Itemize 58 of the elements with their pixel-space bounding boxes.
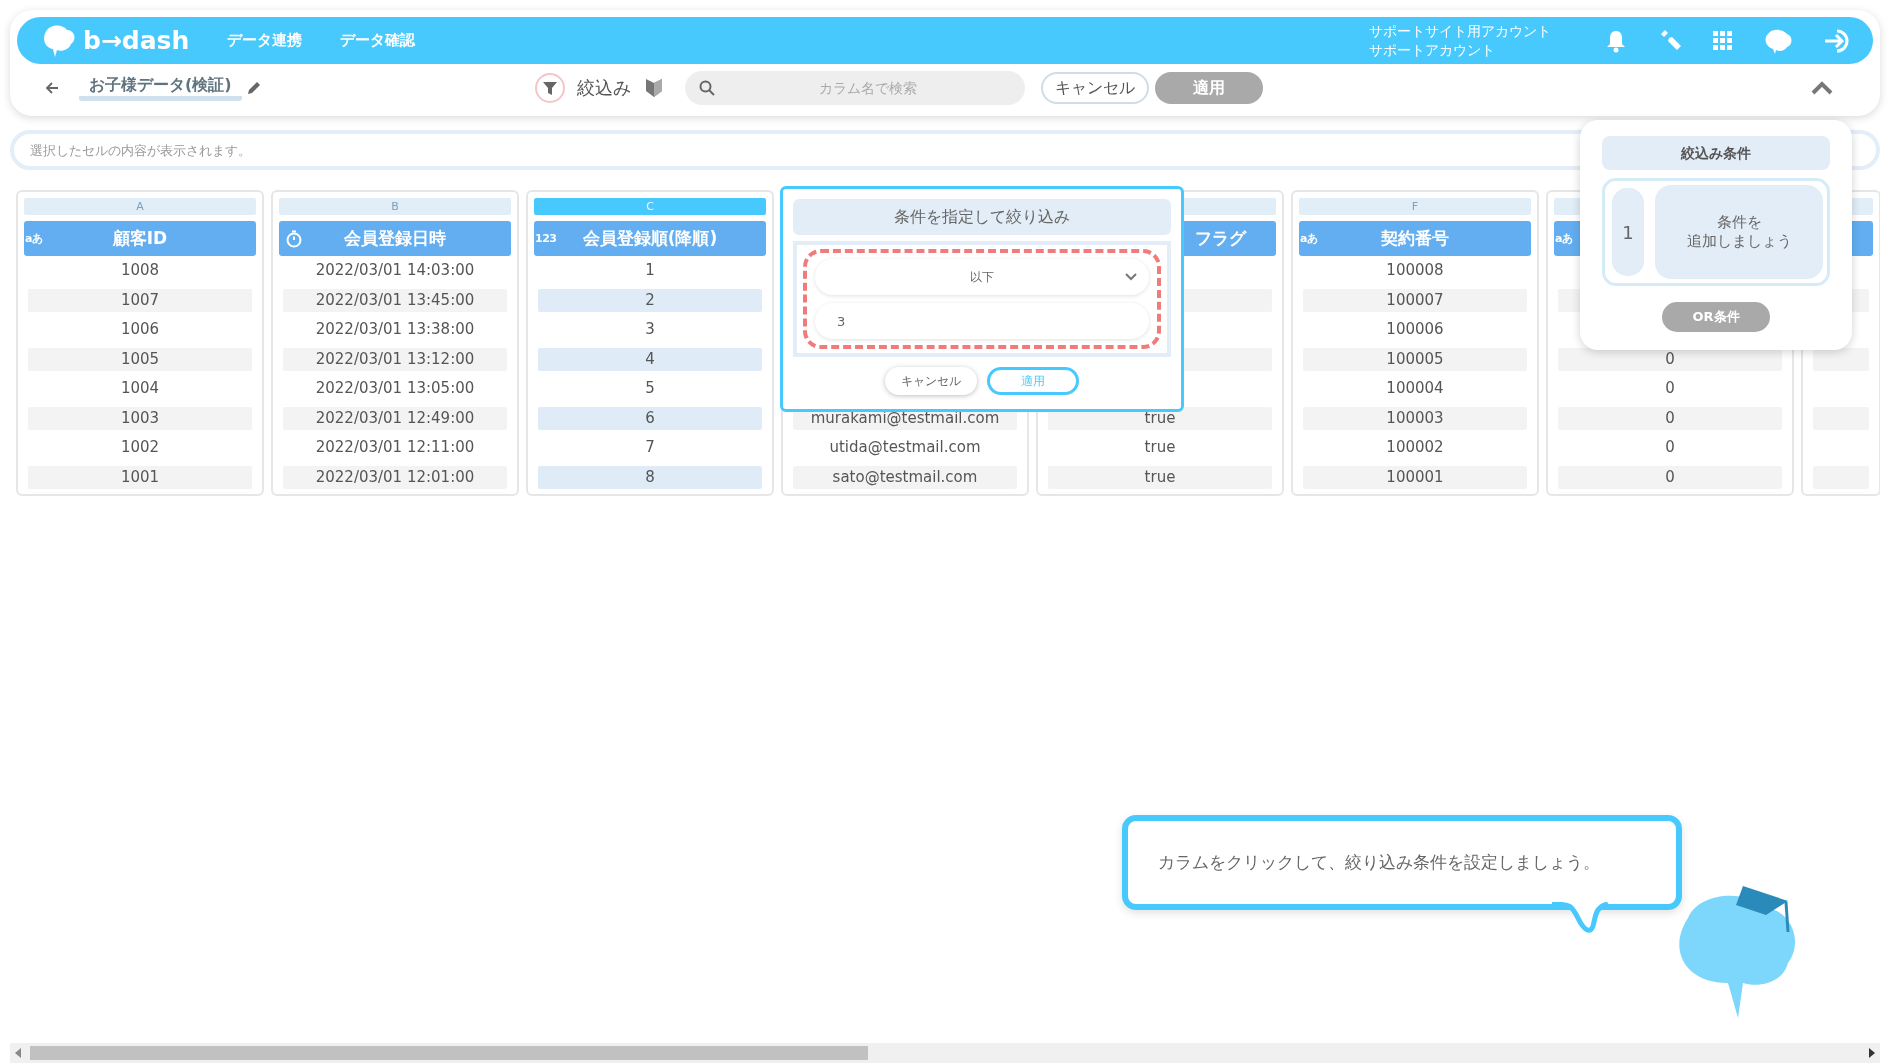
group-number: 1 [1609,185,1647,279]
table-cell: 100005 [1303,347,1527,371]
guide-message: カラムをクリックして、絞り込み条件を設定しましょう。 [1158,851,1600,874]
logo-text: b→dash [83,26,190,55]
table-cell-text: true [1143,437,1177,458]
popup-title: 条件を指定して絞り込み [793,199,1171,235]
table-cell: true [1048,465,1272,489]
table-cell-text: 1008 [119,260,161,281]
table-cell-text: 100006 [1385,319,1445,340]
column-title: 会員登録日時 [344,227,446,250]
table-cell-text: 3 [644,319,656,340]
column-title: 会員登録順(降順) [582,227,718,250]
table-cell: 1007 [28,288,252,312]
table-cell: 2022/03/01 12:49:00 [283,406,507,430]
table-cell: sato@testmail.com [793,465,1017,489]
table-cell: 2022/03/01 12:01:00 [283,465,507,489]
dataset-title: お子様データ(検証) [79,75,242,101]
table-cell: 0 [1558,465,1782,489]
table-cell: 4 [538,347,762,371]
table-cell-text: 1006 [119,319,161,340]
table-cell: 1003 [28,406,252,430]
table-cell-text: 2022/03/01 13:38:00 [314,319,476,340]
table-cell: 6 [538,406,762,430]
table-cell-text: 1004 [119,378,161,399]
column-type-label: aあ [1555,231,1573,246]
table-cell-text: utida@testmail.com [828,437,982,458]
table-cell-text: 2022/03/01 12:11:00 [314,437,476,458]
table-cell: 100003 [1303,406,1527,430]
column-type-label: 123 [535,232,557,245]
table-cell-text: 100004 [1385,378,1445,399]
table-cell-text: 5 [644,378,656,399]
table-cell-text: 2022/03/01 13:05:00 [314,378,476,399]
table-cell: 2022/03/01 13:45:00 [283,288,507,312]
table-cell: 100007 [1303,288,1527,312]
table-cell: 100001 [1303,465,1527,489]
column-title: 顧客ID [112,227,168,250]
table-cell: 2 [538,288,762,312]
table-cell-text: 1002 [119,437,161,458]
filter-label: 絞込み [577,76,632,100]
table-cell-text: 1 [644,260,656,281]
table-cell-text: 0 [1664,378,1676,399]
table-cell-text: 100002 [1385,437,1445,458]
account-site: サポートサイト用アカウント [1369,21,1551,41]
table-cell: 2022/03/01 13:12:00 [283,347,507,371]
column-type-label: aあ [25,231,43,246]
table-cell: 1005 [28,347,252,371]
column-title: 契約番号 [1381,227,1449,250]
table-cell-text: 0 [1664,437,1676,458]
table-cell: 1001 [28,465,252,489]
column-title: フラグ [1195,227,1246,250]
account-name: サポートアカウント [1369,40,1496,60]
table-cell: 0 [1558,406,1782,430]
column-type-label: aあ [1300,231,1318,246]
table-cell-text: 7 [644,437,656,458]
panel-title: 絞込み条件 [1602,136,1830,170]
table-cell-text: 2022/03/01 14:03:00 [314,260,476,281]
table-cell: 8 [538,465,762,489]
table-cell-text: 100008 [1385,260,1445,281]
